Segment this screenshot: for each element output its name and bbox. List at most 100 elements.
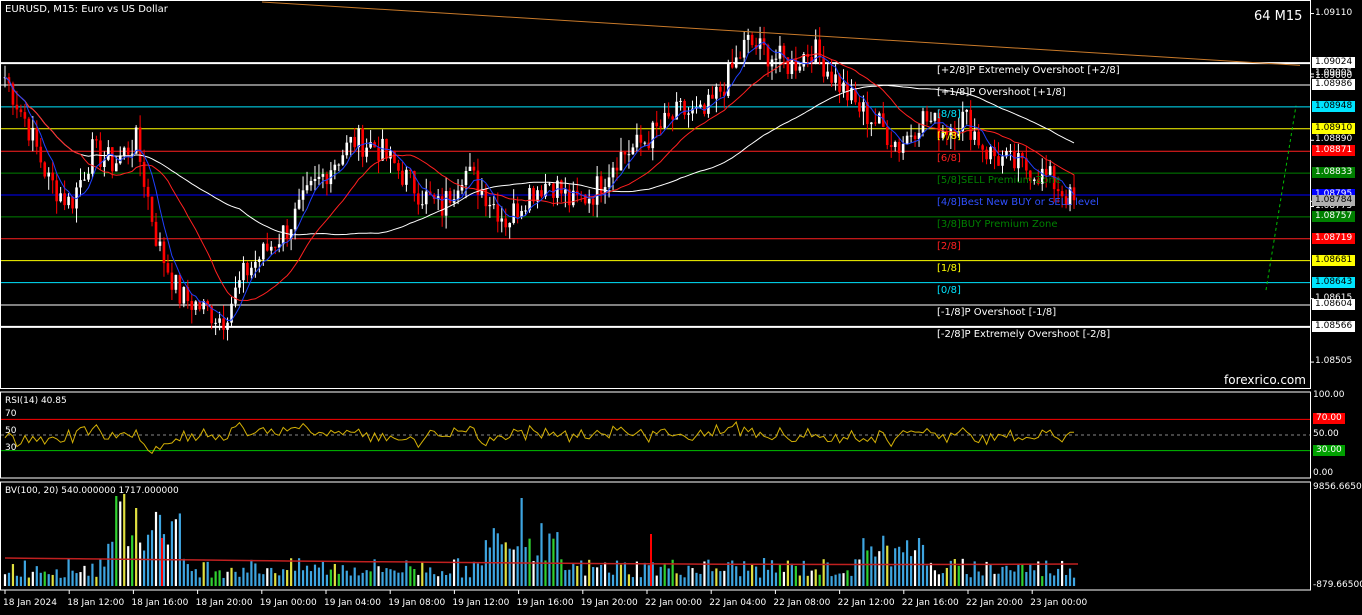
bv-bar bbox=[202, 562, 205, 586]
bv-bar bbox=[600, 564, 603, 586]
bv-bar bbox=[397, 572, 400, 586]
time-tick-label: 22 Jan 12:00 bbox=[837, 598, 895, 608]
candle-body bbox=[977, 131, 980, 146]
candle-body bbox=[313, 178, 317, 181]
bv-bar bbox=[325, 574, 328, 586]
candle-body bbox=[122, 147, 126, 156]
bv-bar bbox=[687, 565, 690, 586]
bv-bar bbox=[476, 563, 480, 586]
bv-bar bbox=[532, 561, 535, 586]
bv-bar bbox=[305, 565, 309, 586]
bv-bar bbox=[39, 572, 42, 586]
bv-bar bbox=[488, 547, 491, 586]
bv-bar bbox=[238, 576, 241, 586]
candle-body bbox=[671, 116, 674, 120]
candle-body bbox=[51, 172, 54, 181]
candle-body bbox=[19, 109, 23, 113]
rsi-axis-label: 0.00 bbox=[1313, 468, 1334, 478]
bv-bar bbox=[556, 532, 559, 586]
bv-bar bbox=[850, 575, 853, 586]
bv-panel-frame bbox=[0, 481, 1311, 591]
bv-bar bbox=[1068, 568, 1072, 586]
candle-body bbox=[162, 241, 166, 264]
bv-bar bbox=[508, 548, 511, 586]
bv-bar bbox=[369, 571, 372, 586]
bv-bar bbox=[107, 543, 110, 586]
bv-bar bbox=[441, 571, 444, 586]
bv-bar bbox=[282, 569, 285, 586]
candle-body bbox=[909, 135, 913, 137]
candle-body bbox=[842, 82, 845, 92]
time-tick-label: 22 Jan 16:00 bbox=[901, 598, 959, 608]
candle-body bbox=[508, 222, 512, 228]
candle-body bbox=[834, 74, 837, 83]
bv-bar bbox=[711, 571, 714, 586]
bv-bar bbox=[35, 566, 38, 586]
bv-bar bbox=[882, 535, 885, 586]
candle-body bbox=[138, 127, 142, 162]
chart-canvas[interactable] bbox=[0, 0, 1362, 615]
bv-bar bbox=[1021, 564, 1024, 586]
candle-body bbox=[496, 204, 500, 222]
candle-body bbox=[699, 104, 702, 108]
bv-bar bbox=[667, 568, 670, 586]
bv-bar bbox=[615, 560, 619, 586]
bv-bar bbox=[631, 577, 635, 586]
bv-bar bbox=[1005, 565, 1008, 586]
murrey-label: [6/8] bbox=[937, 153, 961, 165]
bv-bar bbox=[1037, 561, 1040, 586]
candle-body bbox=[226, 322, 229, 330]
candle-body bbox=[997, 156, 1000, 166]
candle-body bbox=[297, 199, 301, 209]
bv-bar bbox=[59, 577, 62, 586]
candle-body bbox=[381, 138, 384, 161]
candle-body bbox=[111, 147, 114, 172]
candle-body bbox=[55, 180, 58, 202]
candle-body bbox=[897, 141, 901, 153]
candle-body bbox=[365, 147, 368, 157]
timeframe-badge: 64 M15 bbox=[1254, 9, 1303, 24]
bv-bar bbox=[766, 569, 770, 586]
bv-bar bbox=[866, 550, 869, 586]
candle-body bbox=[91, 139, 94, 174]
bv-bar bbox=[166, 544, 170, 586]
candle-body bbox=[269, 246, 273, 251]
candle-body bbox=[742, 39, 746, 58]
price-tick-label: 1.08505 bbox=[1315, 356, 1353, 367]
time-tick-label: 22 Jan 20:00 bbox=[966, 598, 1023, 608]
candle-body bbox=[130, 153, 134, 155]
candle-body bbox=[178, 274, 182, 304]
candle-body bbox=[874, 122, 877, 124]
candle-body bbox=[31, 127, 35, 141]
bv-bar bbox=[739, 576, 742, 586]
bv-bar bbox=[627, 574, 631, 586]
metatrader-chart-window[interactable]: EURUSD, M15: Euro vs US Dollar 64 M15 fo… bbox=[0, 0, 1362, 615]
bv-bar bbox=[357, 575, 360, 586]
candle-body bbox=[114, 163, 118, 172]
bv-bar bbox=[198, 577, 201, 586]
candle-body bbox=[504, 218, 508, 228]
price-tick-label: 1.08615 bbox=[1315, 292, 1353, 303]
bv-bar bbox=[953, 559, 956, 586]
bv-bar bbox=[19, 576, 22, 586]
bv-bar bbox=[321, 561, 325, 586]
candle-body bbox=[524, 210, 527, 212]
bv-bar bbox=[842, 573, 845, 586]
time-tick-label: 22 Jan 04:00 bbox=[709, 598, 767, 608]
candle-body bbox=[750, 34, 754, 46]
candle-body bbox=[679, 100, 682, 102]
candle-body bbox=[67, 196, 70, 206]
candle-body bbox=[448, 191, 452, 203]
candle-body bbox=[738, 57, 742, 59]
candle-body bbox=[265, 243, 269, 251]
bv-bar bbox=[242, 567, 245, 586]
bv-bar bbox=[635, 561, 638, 586]
bv-bar bbox=[675, 573, 678, 586]
candle-body bbox=[1017, 153, 1020, 169]
bv-bar bbox=[516, 546, 519, 586]
bv-bar bbox=[15, 575, 19, 586]
bv-bar bbox=[480, 565, 483, 586]
candle-body bbox=[472, 166, 476, 171]
candle-body bbox=[345, 142, 349, 156]
bv-bar bbox=[830, 576, 833, 586]
